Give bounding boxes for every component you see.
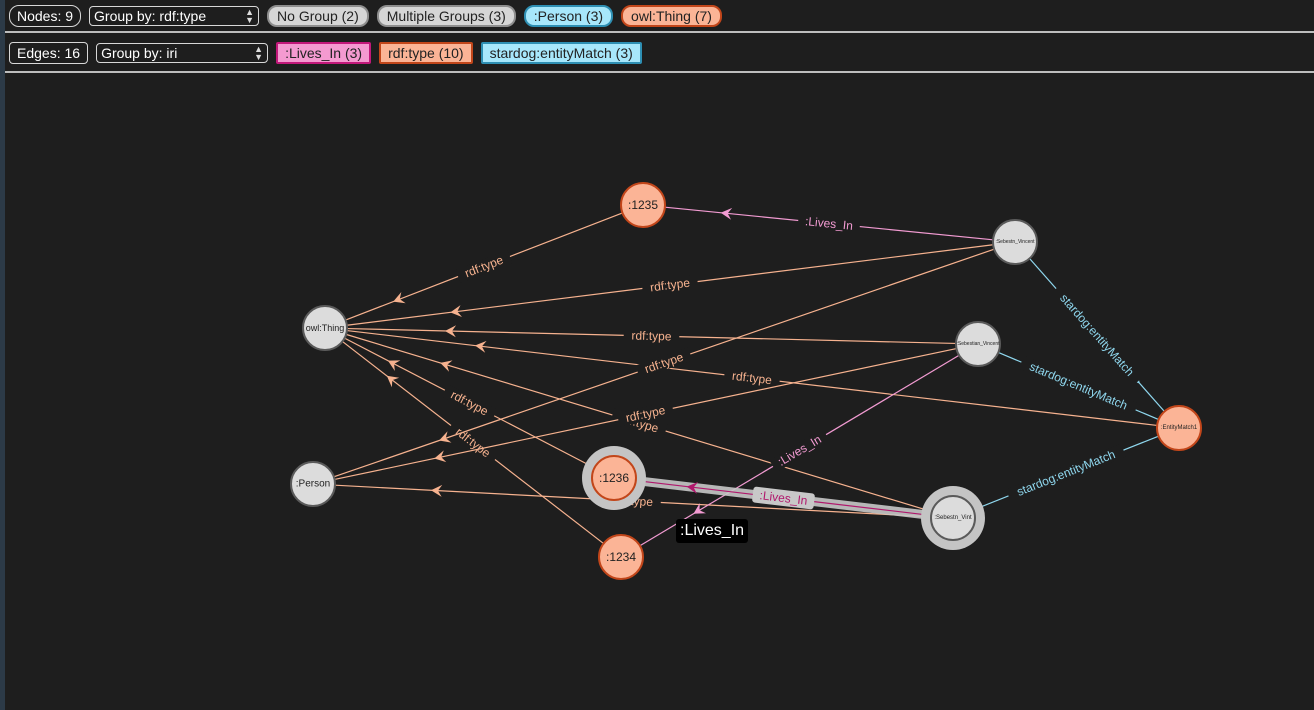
nodes-toolbar: Nodes: 9 Group by: rdf:type ▲ ▼ No Group … (5, 0, 1314, 33)
node-label: :1236 (599, 471, 629, 485)
nodes-group-by-value: Group by: rdf:type (94, 7, 207, 24)
edges-group-by-select[interactable]: Group by: iri ▲ ▼ (96, 43, 269, 63)
graph-edge[interactable]: stardog:entityMatch (973, 435, 1159, 511)
edge-label: rdf:type (453, 425, 493, 461)
node-label: :1235 (628, 198, 658, 212)
edge-group-chip-entity-match[interactable]: stardog:entityMatch (3) (480, 42, 642, 64)
edge-arrow-icon (386, 375, 400, 388)
edge-label: rdf:type (463, 253, 506, 281)
edge-label-group: rdf:type (623, 328, 680, 344)
edge-group-chip-lives-in[interactable]: :Lives_In (3) (276, 42, 372, 64)
select-arrows-icon: ▲ ▼ (245, 6, 255, 25)
edge-label-group: rdf:type (641, 274, 699, 296)
node-group-chip-no-group[interactable]: No Group (2) (267, 4, 369, 27)
edge-tooltip: :Lives_In (676, 519, 749, 543)
edge-label: stardog:entityMatch (1057, 291, 1137, 379)
edge-label: :Lives_In (759, 488, 808, 508)
edges-count: Edges: 16 (9, 42, 89, 64)
node-label: :EntityMatch1 (1161, 425, 1198, 431)
edge-label-group: rdf:type (455, 249, 513, 284)
edge-label: rdf:type (649, 276, 691, 295)
graph-node[interactable]: owl:Thing (302, 305, 348, 351)
edge-label: :Lives_In (775, 432, 823, 469)
graph-node[interactable]: :1235 (620, 182, 666, 228)
select-arrows-icon: ▲ ▼ (254, 44, 264, 62)
node-group-chip-person[interactable]: :Person (3) (523, 4, 614, 27)
edge-label-group: rdf:type (635, 347, 693, 379)
graph-canvas[interactable]: rdf:type rdf:type rdf:type rdf:type rdf:type… (5, 75, 1314, 710)
nodes-group-by-select[interactable]: Group by: rdf:type ▲ ▼ (89, 5, 260, 26)
edge-label-group: rdf:type (446, 419, 500, 466)
graph-node[interactable]: :Person (290, 461, 336, 507)
edge-label-group: :Lives_In (752, 486, 815, 510)
edge-label: stardog:entityMatch (1027, 359, 1129, 412)
edge-label: rdf:type (449, 388, 491, 419)
node-label: :Person (296, 479, 330, 490)
edge-label-group: stardog:entityMatch (1005, 443, 1127, 503)
edge-label: stardog:entityMatch (1015, 447, 1117, 499)
graph-node[interactable]: :Sebestn_Vincent (992, 219, 1038, 265)
edges-toolbar: Edges: 16 Group by: iri ▲ ▼ :Lives_In (3)… (5, 35, 1314, 73)
graph-edge[interactable]: rdf:type (345, 212, 623, 321)
edge-label-group: stardog:entityMatch (1050, 283, 1144, 387)
node-label: :Sebestian_Vincent (957, 341, 1001, 347)
node-label: owl:Thing (306, 323, 345, 333)
graph-node[interactable]: :Sebestian_Vincent (955, 321, 1001, 367)
node-label: :1234 (606, 550, 636, 564)
edge-label: rdf:type (631, 329, 672, 344)
graph-node[interactable]: :1234 (598, 534, 644, 580)
edge-label-group: :Lives_In (769, 428, 830, 473)
edges-group-by-value: Group by: iri (101, 45, 178, 61)
edge-label-group: :Lives_In (797, 213, 861, 234)
graph-edge[interactable]: rdf:type (342, 340, 604, 545)
edge-label-group: rdf:type (723, 367, 781, 389)
graph-node[interactable]: :Sebestn_Vint (921, 486, 985, 550)
graph-edge[interactable]: rdf:type (346, 329, 1158, 427)
node-group-chip-multiple-groups[interactable]: Multiple Groups (3) (376, 4, 516, 27)
edge-label: :Lives_In (804, 214, 853, 233)
edges-layer: rdf:type rdf:type rdf:type rdf:type rdf:type… (333, 206, 1165, 547)
node-label: :Sebestn_Vincent (995, 239, 1035, 245)
edge-label: rdf:type (731, 369, 773, 388)
edge-label: rdf:type (643, 350, 686, 376)
node-label: :Sebestn_Vint (934, 515, 972, 521)
graph-edge[interactable]: :Lives_In (664, 206, 994, 241)
graph-node[interactable]: :EntityMatch1 (1156, 405, 1202, 451)
edge-group-chip-rdf-type[interactable]: rdf:type (10) (379, 42, 473, 64)
edge-label-group: rdf:type (441, 383, 498, 423)
graph-edge[interactable]: rdf:type (346, 244, 994, 326)
node-group-chip-owl-thing[interactable]: owl:Thing (7) (621, 4, 722, 27)
graph-node[interactable]: :1236 (582, 446, 646, 510)
nodes-count: Nodes: 9 (9, 4, 82, 27)
